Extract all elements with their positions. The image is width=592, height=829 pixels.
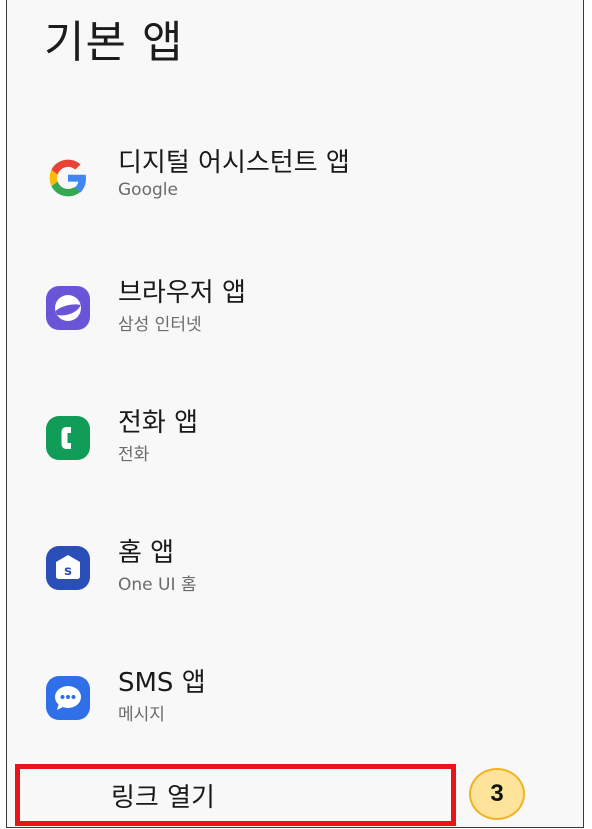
row-subtitle: One UI 홈 xyxy=(118,575,197,595)
default-app-row-sms[interactable]: SMS 앱 메시지 xyxy=(7,656,583,766)
row-title: SMS 앱 xyxy=(118,668,206,698)
phone-icon xyxy=(46,416,90,460)
open-links-row[interactable]: 링크 열기 xyxy=(15,764,456,826)
page-title: 기본 앱 xyxy=(44,17,184,68)
one-ui-home-icon: s xyxy=(46,546,90,590)
google-icon xyxy=(49,159,86,197)
row-title: 브라우저 앱 xyxy=(118,278,246,308)
svg-text:s: s xyxy=(64,564,72,579)
row-subtitle: 전화 xyxy=(118,445,150,465)
row-title: 전화 앱 xyxy=(118,408,199,438)
open-links-label: 링크 열기 xyxy=(111,783,215,813)
row-subtitle: 삼성 인터넷 xyxy=(118,315,202,335)
samsung-internet-icon xyxy=(46,286,90,330)
step-number-badge: 3 xyxy=(469,768,525,820)
messages-icon xyxy=(46,676,90,720)
default-app-row-digital-assistant[interactable]: 디지털 어시스턴트 앱 Google xyxy=(7,136,583,246)
row-title: 홈 앱 xyxy=(118,538,175,568)
row-subtitle: Google xyxy=(118,180,178,200)
row-title: 디지털 어시스턴트 앱 xyxy=(118,148,350,178)
default-app-row-phone[interactable]: 전화 앱 전화 xyxy=(7,396,583,506)
default-apps-screen: 기본 앱 디지털 어시스턴트 앱 Google 브라우저 앱 삼성 인터넷 전화… xyxy=(6,0,584,828)
row-subtitle: 메시지 xyxy=(118,705,165,725)
default-app-row-browser[interactable]: 브라우저 앱 삼성 인터넷 xyxy=(7,266,583,376)
default-app-row-home[interactable]: s 홈 앱 One UI 홈 xyxy=(7,526,583,636)
